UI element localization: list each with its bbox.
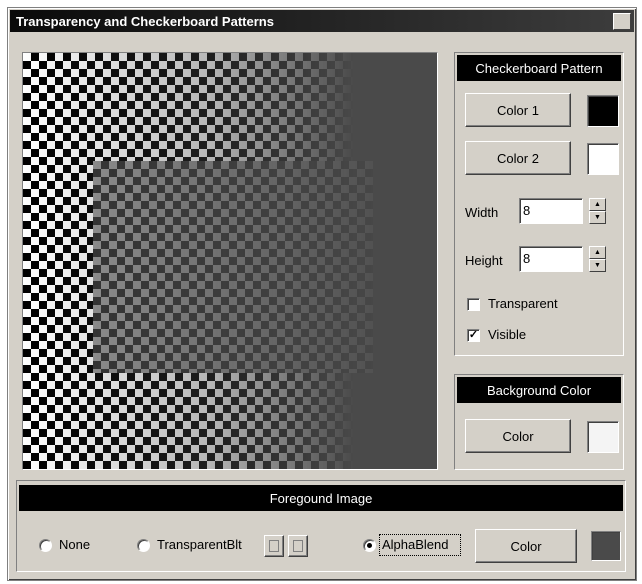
spin-up-icon[interactable]: ▲ <box>589 246 606 259</box>
alphablend-radio-label: AlphaBlend <box>382 537 449 552</box>
none-radio-label: None <box>59 537 91 552</box>
width-label: Width <box>465 205 499 220</box>
background-panel-header: Background Color <box>457 377 621 403</box>
color1-button-label: Color 1 <box>497 102 539 118</box>
checkerboard-panel: Checkerboard Pattern Color 1 Color 2 Wid… <box>454 52 624 356</box>
background-color-button[interactable]: Color <box>465 419 571 453</box>
color2-button[interactable]: Color 2 <box>465 141 571 175</box>
transparent-label: Transparent <box>488 296 558 311</box>
foreground-color-button[interactable]: Color <box>475 529 577 563</box>
checkmark-icon: ✓ <box>468 329 479 341</box>
height-spinner[interactable]: ▲ ▼ <box>589 246 606 272</box>
checkerboard-panel-title: Checkerboard Pattern <box>475 60 603 76</box>
background-color-button-label: Color <box>502 428 534 444</box>
foreground-panel-title: Foregound Image <box>269 490 373 506</box>
spin-down-icon[interactable]: ▼ <box>589 211 606 224</box>
color1-swatch <box>587 95 619 127</box>
color2-swatch <box>587 143 619 175</box>
foreground-color-swatch <box>591 531 621 561</box>
foreground-image <box>93 161 373 373</box>
spin-up-icon[interactable]: ▲ <box>589 198 606 211</box>
background-panel-title: Background Color <box>486 382 592 398</box>
close-icon[interactable] <box>613 13 631 30</box>
foreground-blend-pattern <box>93 161 373 373</box>
height-input[interactable]: 8 <box>519 246 583 272</box>
background-color-panel: Background Color Color <box>454 374 624 470</box>
foreground-color-button-label: Color <box>510 538 542 554</box>
visible-checkbox[interactable]: ✓ <box>467 329 480 342</box>
color1-button[interactable]: Color 1 <box>465 93 571 127</box>
none-radio[interactable] <box>39 539 52 552</box>
checkerboard-panel-header: Checkerboard Pattern <box>457 55 621 81</box>
title-bar: Transparency and Checkerboard Patterns <box>10 10 634 32</box>
width-spinner[interactable]: ▲ ▼ <box>589 198 606 224</box>
window-title: Transparency and Checkerboard Patterns <box>16 13 274 29</box>
transparentblt-option-button[interactable] <box>288 535 308 557</box>
transparentblt-radio-label: TransparentBlt <box>157 537 242 552</box>
foreground-panel-header: Foregound Image <box>19 485 623 511</box>
preview-canvas <box>22 52 438 470</box>
dialog-window: Transparency and Checkerboard Patterns C… <box>7 7 637 581</box>
spin-down-icon[interactable]: ▼ <box>589 259 606 272</box>
width-input[interactable]: 8 <box>519 198 583 224</box>
foreground-image-panel: Foregound Image None TransparentBlt Alph… <box>16 480 626 572</box>
transparentblt-radio[interactable] <box>137 539 150 552</box>
alphablend-radio[interactable] <box>363 539 376 552</box>
color2-button-label: Color 2 <box>497 150 539 166</box>
height-label: Height <box>465 253 503 268</box>
transparent-checkbox[interactable] <box>467 298 480 311</box>
background-color-swatch <box>587 421 619 453</box>
transparentblt-option-button[interactable] <box>264 535 284 557</box>
visible-label: Visible <box>488 327 527 342</box>
